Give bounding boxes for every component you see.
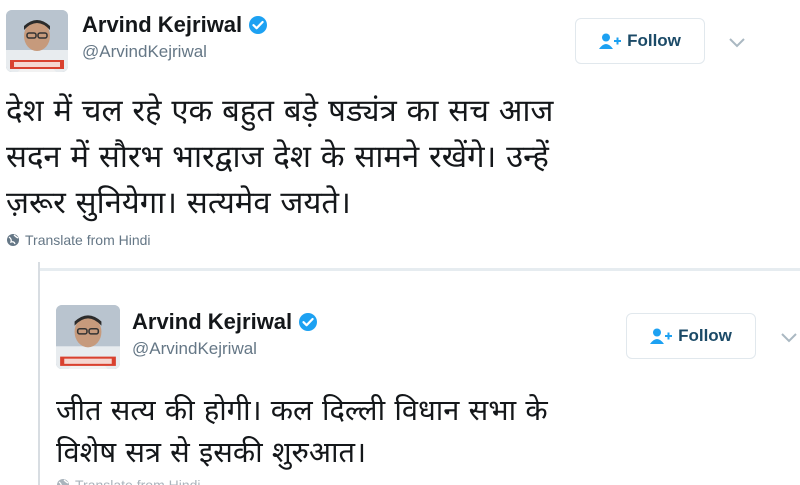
tweet-card-1: Arvind Kejriwal @ArvindKejriwal Follow द… (0, 0, 800, 262)
translate-link[interactable]: Translate from Hindi (56, 477, 201, 485)
globe-icon (56, 478, 70, 485)
screenshot-divider (0, 262, 40, 485)
follow-button[interactable]: Follow (575, 18, 705, 64)
follow-label: Follow (627, 31, 681, 50)
display-name[interactable]: Arvind Kejriwal (132, 309, 292, 335)
handle[interactable]: @ArvindKejriwal (132, 339, 318, 359)
tweet-text: जीत सत्य की होगी। कल दिल्ली विधान सभा के… (56, 393, 548, 469)
follow-label: Follow (678, 326, 732, 345)
add-user-icon (599, 33, 622, 49)
display-name[interactable]: Arvind Kejriwal (82, 12, 242, 38)
author-info: Arvind Kejriwal @ArvindKejriwal (82, 12, 268, 62)
follow-button[interactable]: Follow (626, 313, 756, 359)
avatar[interactable] (6, 10, 68, 72)
translate-label: Translate from Hindi (75, 477, 201, 485)
avatar[interactable] (56, 305, 120, 369)
globe-icon (6, 233, 20, 247)
verified-badge-icon (248, 15, 268, 35)
tweet-card-2: Arvind Kejriwal @ArvindKejriwal Follow ज… (40, 268, 800, 485)
add-user-icon (650, 328, 673, 344)
translate-label: Translate from Hindi (25, 232, 151, 248)
chevron-down-icon[interactable] (780, 329, 798, 343)
tweet-text: देश में चल रहे एक बहुत बड़े षड्यंत्र का … (6, 93, 554, 221)
translate-link[interactable]: Translate from Hindi (6, 232, 151, 248)
handle[interactable]: @ArvindKejriwal (82, 42, 268, 62)
author-info: Arvind Kejriwal @ArvindKejriwal (132, 309, 318, 359)
chevron-down-icon[interactable] (728, 34, 746, 48)
verified-badge-icon (298, 312, 318, 332)
